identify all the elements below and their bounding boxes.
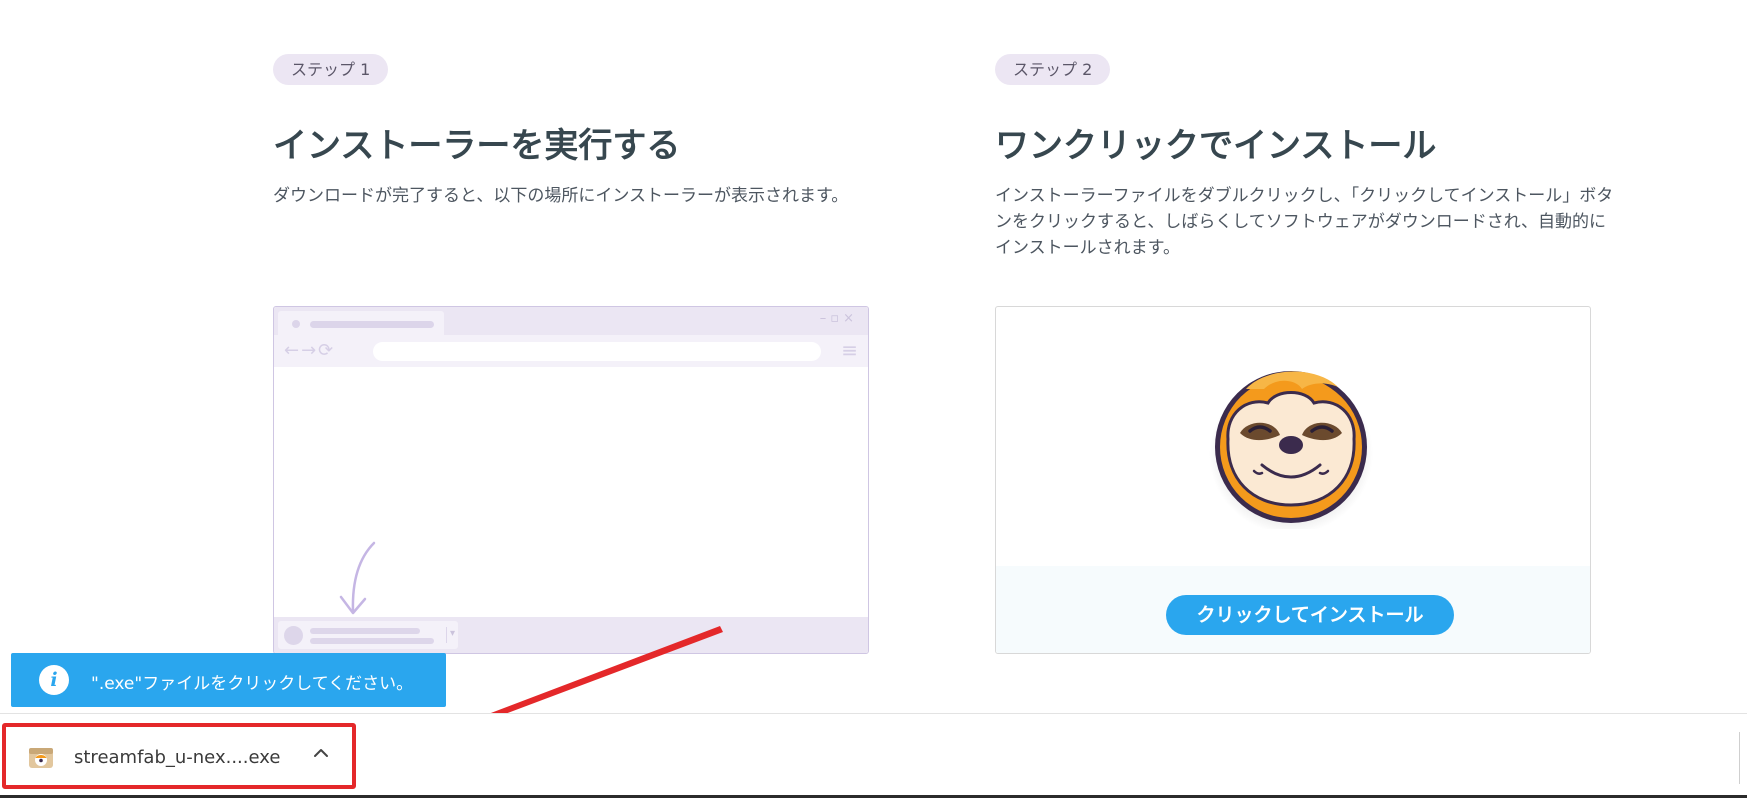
step-2-badge: ステップ 2 <box>995 54 1111 85</box>
browser-illustration: –▫× ←→⟳ ≡ ▾ <box>273 306 869 654</box>
installer-package-icon <box>29 748 53 768</box>
browser-download-bar: ▾ <box>274 617 868 653</box>
curved-arrow-icon <box>339 541 376 615</box>
click-to-install-button[interactable]: クリックしてインストール <box>1166 595 1454 635</box>
download-item[interactable]: streamfab_u-nex....exe <box>2 723 356 789</box>
navigation-arrows-icon: ←→⟳ <box>284 340 336 361</box>
address-bar <box>373 342 821 361</box>
window-controls-icon: –▫× <box>819 311 858 326</box>
step-1-title: インストーラーを実行する <box>273 126 681 166</box>
browser-toolbar: ←→⟳ ≡ <box>274 335 868 367</box>
download-file-name: streamfab_u-nex....exe <box>74 747 281 768</box>
step-2-description: インストーラーファイルをダブルクリックし、「クリックしてインストール」ボタンをク… <box>995 186 1614 258</box>
install-card: クリックしてインストール <box>995 306 1591 654</box>
step-1-description: ダウンロードが完了すると、以下の場所にインストーラーが表示されます。 <box>273 186 849 206</box>
step-1-badge: ステップ 1 <box>273 54 389 85</box>
exe-hint-tooltip: i ".exe"ファイルをクリックしてください。 <box>11 653 446 707</box>
download-chip: ▾ <box>278 621 458 649</box>
downloads-shelf: streamfab_u-nex....exe <box>0 713 1747 798</box>
hamburger-menu-icon: ≡ <box>841 338 858 362</box>
shelf-right-edge <box>1739 732 1747 784</box>
tooltip-text: ".exe"ファイルをクリックしてください。 <box>91 674 414 694</box>
sloth-logo-icon <box>1209 371 1373 529</box>
chevron-up-icon[interactable] <box>311 743 331 763</box>
info-icon: i <box>39 665 69 695</box>
step-2-title: ワンクリックでインストール <box>995 126 1437 166</box>
browser-tab <box>278 311 444 335</box>
browser-tab-bar: –▫× <box>274 307 868 335</box>
page: ステップ 1 インストーラーを実行する ダウンロードが完了すると、以下の場所にイ… <box>0 0 1747 798</box>
